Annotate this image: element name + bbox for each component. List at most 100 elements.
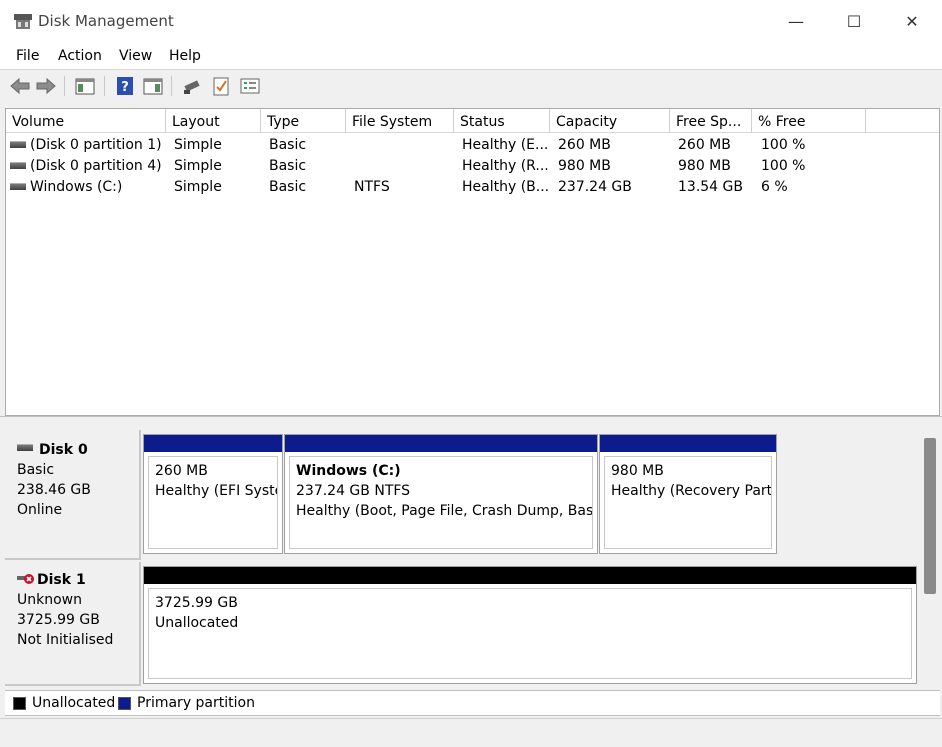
- volume-cell: (Disk 0 partition 1): [6, 135, 166, 156]
- disk-1-kind: Unknown: [17, 592, 82, 608]
- menu-action[interactable]: Action: [58, 48, 102, 64]
- disk-management-app-icon: [14, 14, 32, 29]
- svg-text:?: ?: [121, 80, 129, 95]
- legend-swatch-primary: [118, 697, 131, 710]
- toolbar: ?: [0, 70, 942, 104]
- menu-view[interactable]: View: [119, 48, 152, 64]
- pane-splitter[interactable]: [0, 416, 942, 426]
- partition-status: Healthy (Boot, Page File, Crash Dump, Ba…: [296, 503, 593, 519]
- volume-list: Volume Layout Type File System Status Ca…: [5, 108, 940, 416]
- volume-cell: (Disk 0 partition 4): [6, 156, 166, 177]
- partition-windows-c[interactable]: Windows (C:) 237.24 GB NTFS Healthy (Boo…: [284, 434, 598, 554]
- free-space-cell: 13.54 GB: [678, 179, 743, 195]
- partition-unallocated[interactable]: 3725.99 GB Unallocated: [143, 566, 917, 684]
- status-bar: [0, 718, 942, 747]
- partition-size: 237.24 GB NTFS: [296, 483, 411, 499]
- partition-size: 260 MB: [155, 463, 208, 479]
- capacity-cell: 980 MB: [558, 158, 611, 174]
- free-space-cell: 980 MB: [678, 158, 731, 174]
- partition-efi[interactable]: 260 MB Healthy (EFI System Partition): [143, 434, 283, 554]
- partition-body: 3725.99 GB Unallocated: [148, 588, 912, 679]
- disk-0-state: Online: [17, 502, 63, 518]
- window-title: Disk Management: [38, 12, 174, 30]
- volume-row[interactable]: (Disk 0 partition 4) Simple Basic Health…: [6, 156, 939, 177]
- disk-error-icon: [17, 573, 34, 584]
- menu-bar: File Action View Help: [0, 44, 942, 70]
- partition-color-bar: [285, 435, 597, 452]
- forward-arrow-icon[interactable]: [35, 75, 57, 97]
- partition-status: Healthy (Recovery Partition): [611, 483, 772, 499]
- back-arrow-icon[interactable]: [9, 75, 31, 97]
- column-header-capacity[interactable]: Capacity: [550, 109, 670, 133]
- help-icon[interactable]: ?: [114, 75, 136, 97]
- disk-1-state: Not Initialised: [17, 632, 114, 648]
- legend-swatch-unallocated: [13, 697, 26, 710]
- legend-label-primary: Primary partition: [137, 695, 255, 711]
- disk-1-name: Disk 1: [37, 572, 86, 588]
- disk-1-title: Disk 1: [17, 570, 139, 590]
- volume-row[interactable]: Windows (C:) Simple Basic NTFS Healthy (…: [6, 177, 939, 198]
- partition-color-bar: [144, 567, 916, 584]
- file-system-cell: NTFS: [354, 179, 390, 195]
- disk-graph-pane: Disk 0 Basic 238.46 GB Online 260 MB Hea…: [5, 426, 940, 688]
- disk-1-label[interactable]: Disk 1 Unknown 3725.99 GB Not Initialise…: [5, 562, 141, 686]
- volume-name: (Disk 0 partition 1): [30, 137, 162, 153]
- partition-size: 980 MB: [611, 463, 664, 479]
- layout-cell: Simple: [174, 158, 222, 174]
- volume-row[interactable]: (Disk 0 partition 1) Simple Basic Health…: [6, 135, 939, 156]
- menu-help[interactable]: Help: [169, 48, 201, 64]
- disk-0-size: 238.46 GB: [17, 482, 91, 498]
- column-header-volume[interactable]: Volume: [6, 109, 166, 133]
- status-cell: Healthy (R...: [462, 158, 549, 174]
- show-hide-action-pane-icon[interactable]: [142, 75, 164, 97]
- volume-name: (Disk 0 partition 4): [30, 158, 162, 174]
- layout-cell: Simple: [174, 137, 222, 153]
- volume-icon: [10, 182, 26, 190]
- connect-icon[interactable]: [181, 75, 203, 97]
- menu-file[interactable]: File: [16, 48, 39, 64]
- close-button[interactable]: ✕: [890, 8, 934, 36]
- free-space-cell: 260 MB: [678, 137, 731, 153]
- partition-body: Windows (C:) 237.24 GB NTFS Healthy (Boo…: [289, 456, 593, 549]
- column-header-file-system[interactable]: File System: [346, 109, 454, 133]
- toolbar-separator: [171, 76, 172, 96]
- status-cell: Healthy (E...: [462, 137, 549, 153]
- minimize-button[interactable]: —: [774, 8, 818, 36]
- properties-icon[interactable]: [239, 75, 261, 97]
- partition-status: Unallocated: [155, 615, 239, 631]
- partition-color-bar: [600, 435, 776, 452]
- status-cell: Healthy (B...: [462, 179, 550, 195]
- file-system-cell: [354, 135, 454, 156]
- percent-free-cell: 100 %: [761, 158, 806, 174]
- show-hide-console-tree-icon[interactable]: [74, 75, 96, 97]
- percent-free-cell: 6 %: [761, 179, 788, 195]
- toolbar-separator: [104, 76, 105, 96]
- volume-name: Windows (C:): [30, 179, 123, 195]
- column-header-status[interactable]: Status: [454, 109, 550, 133]
- column-header-type[interactable]: Type: [261, 109, 346, 133]
- vertical-scrollbar-thumb[interactable]: [924, 438, 936, 594]
- layout-cell: Simple: [174, 179, 222, 195]
- partition-status: Healthy (EFI System Partition): [155, 483, 277, 499]
- type-cell: Basic: [269, 179, 307, 195]
- disk-0-kind: Basic: [17, 462, 55, 478]
- disk-0-label[interactable]: Disk 0 Basic 238.46 GB Online: [5, 430, 141, 560]
- checklist-icon[interactable]: [210, 75, 232, 97]
- volume-cell: Windows (C:): [6, 177, 166, 198]
- type-cell: Basic: [269, 158, 307, 174]
- column-header-layout[interactable]: Layout: [166, 109, 261, 133]
- type-cell: Basic: [269, 137, 307, 153]
- disk-0-title: Disk 0: [17, 440, 139, 460]
- disk-icon: [17, 443, 33, 451]
- volume-icon: [10, 140, 26, 148]
- partition-recovery[interactable]: 980 MB Healthy (Recovery Partition): [599, 434, 777, 554]
- column-header-free-space[interactable]: Free Sp...: [670, 109, 752, 133]
- capacity-cell: 237.24 GB: [558, 179, 632, 195]
- column-header-percent-free[interactable]: % Free: [752, 109, 866, 133]
- partition-color-bar: [144, 435, 282, 452]
- maximize-button[interactable]: ☐: [832, 8, 876, 36]
- toolbar-separator: [64, 76, 65, 96]
- disk-1-size: 3725.99 GB: [17, 612, 100, 628]
- partition-body: 980 MB Healthy (Recovery Partition): [604, 456, 772, 549]
- volume-list-header: Volume Layout Type File System Status Ca…: [6, 109, 939, 133]
